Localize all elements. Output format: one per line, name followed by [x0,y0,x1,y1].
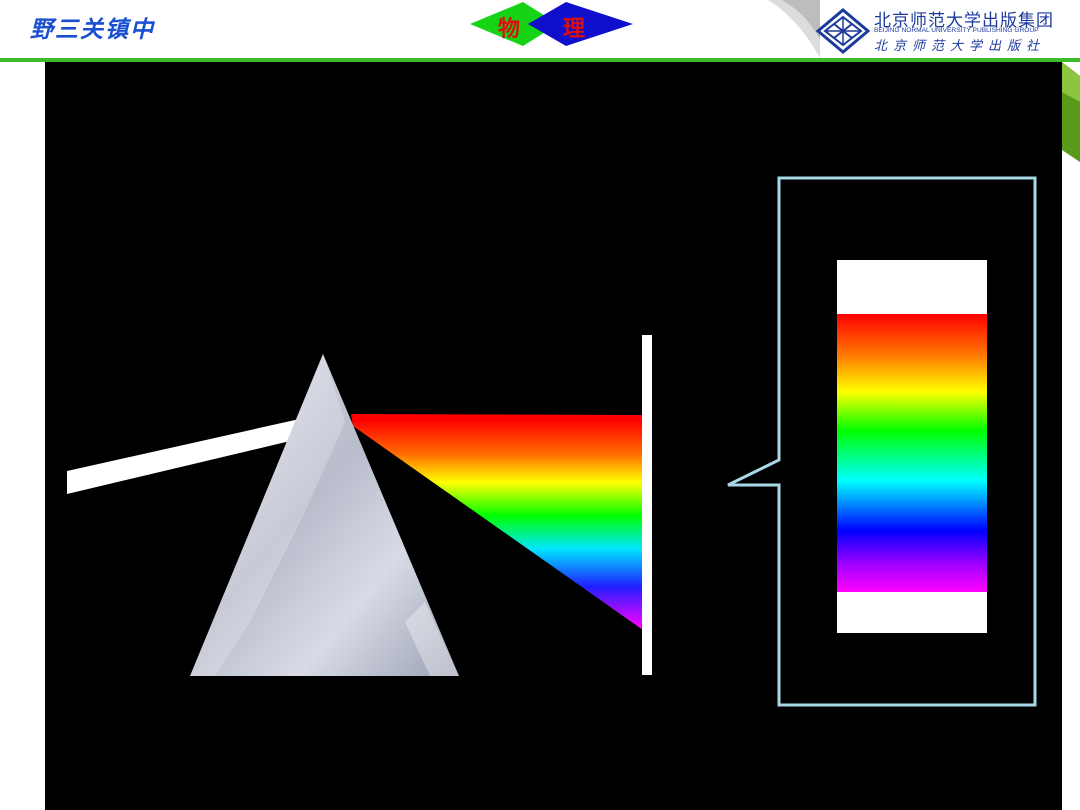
subject-char-2: 理 [563,17,586,42]
header-swoosh-decoration [768,0,820,58]
publisher-logo-icon [816,8,870,54]
subject-badge: 物 理 [468,2,634,50]
projection-screen [642,335,652,675]
publisher-block: 北京师范大学出版集团 BEIJING NORMAL UNIVERSITY PUB… [816,6,1078,56]
corner-arrow-icon [1062,62,1080,162]
school-name: 野三关镇中 [30,17,155,43]
prism-dispersion-diagram [67,176,1037,707]
spectrum-color-band [837,314,987,592]
header-bar: 野三关镇中 物 理 北京师范大学出版集团 BEIJING NORMAL UNIV… [0,0,1080,58]
publisher-press-cn: 北京师范大学出版社 [874,39,1046,54]
publisher-name-en: BEIJING NORMAL UNIVERSITY PUBLISHING GRO… [874,27,1039,34]
subject-diamonds [470,2,633,46]
subject-char-1: 物 [498,17,521,42]
dispersion-illustration [45,62,1062,810]
